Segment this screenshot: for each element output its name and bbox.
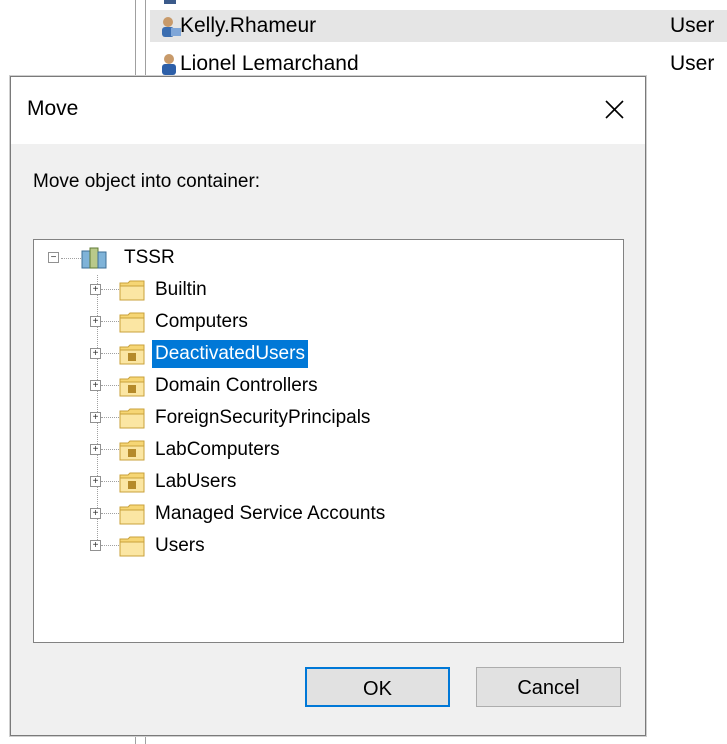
- expand-icon[interactable]: +: [90, 476, 101, 487]
- user-icon: [162, 17, 181, 37]
- user-icon: [162, 54, 176, 75]
- list-item[interactable]: Kelly.Rhameur User: [150, 10, 727, 42]
- tree-root-node[interactable]: − TSSR: [48, 244, 348, 272]
- domain-icon: [81, 247, 107, 269]
- tree-connector: [101, 417, 119, 418]
- tree-node[interactable]: + LabComputers: [90, 436, 570, 464]
- tree-node-label: LabUsers: [155, 471, 237, 492]
- tree-connector: [101, 321, 119, 322]
- expand-icon[interactable]: +: [90, 380, 101, 391]
- tree-node[interactable]: + LabUsers: [90, 468, 570, 496]
- tree-node[interactable]: + Computers: [90, 308, 570, 336]
- tree-connector: [101, 481, 119, 482]
- collapse-icon[interactable]: −: [48, 252, 59, 263]
- list-item-type: User: [670, 14, 715, 37]
- move-dialog: Move Move object into container: − TSSR …: [10, 76, 646, 736]
- expand-icon[interactable]: +: [90, 348, 101, 359]
- tree-node-label: Builtin: [155, 279, 207, 300]
- container-tree[interactable]: − TSSR + Builtin + Computers + DeactivatedUse…: [33, 239, 624, 643]
- tree-node-label: Managed Service Accounts: [155, 503, 386, 524]
- tree-node-label: Computers: [155, 311, 248, 332]
- expand-icon[interactable]: +: [90, 508, 101, 519]
- tree-node[interactable]: + Builtin: [90, 276, 570, 304]
- expand-icon[interactable]: +: [90, 316, 101, 327]
- tree-root-label: TSSR: [124, 247, 175, 268]
- list-item[interactable]: [150, 0, 727, 8]
- ou-folder-icon: [119, 344, 145, 365]
- tree-node-label: ForeignSecurityPrincipals: [155, 407, 371, 428]
- tree-node[interactable]: + DeactivatedUsers: [90, 340, 570, 368]
- list-item-name: Kelly.Rhameur: [180, 14, 317, 37]
- user-icon: [164, 0, 176, 4]
- tree-node[interactable]: + Domain Controllers: [90, 372, 570, 400]
- tree-connector: [101, 513, 119, 514]
- close-icon[interactable]: [585, 77, 645, 144]
- tree-connector: [101, 545, 119, 546]
- ou-folder-icon: [119, 440, 145, 461]
- ou-folder-icon: [119, 376, 145, 397]
- move-prompt-label: Move object into container:: [33, 171, 261, 192]
- ou-folder-icon: [119, 472, 145, 493]
- tree-node[interactable]: + Managed Service Accounts: [90, 500, 570, 528]
- cancel-button[interactable]: Cancel: [476, 667, 621, 707]
- folder-icon: [119, 312, 145, 333]
- folder-icon: [119, 536, 145, 557]
- expand-icon[interactable]: +: [90, 412, 101, 423]
- tree-connector: [101, 449, 119, 450]
- tree-node-label: Domain Controllers: [155, 375, 318, 396]
- folder-icon: [119, 504, 145, 525]
- tree-node[interactable]: + ForeignSecurityPrincipals: [90, 404, 570, 432]
- ok-button[interactable]: OK: [305, 667, 450, 707]
- list-item-type: User: [670, 52, 715, 75]
- tree-node-label: DeactivatedUsers: [152, 340, 308, 368]
- expand-icon[interactable]: +: [90, 444, 101, 455]
- tree-node-label: LabComputers: [155, 439, 280, 460]
- folder-icon: [119, 280, 145, 301]
- tree-connector: [101, 353, 119, 354]
- folder-icon: [119, 408, 145, 429]
- tree-connector: [101, 385, 119, 386]
- dialog-title: Move: [27, 97, 79, 120]
- expand-icon[interactable]: +: [90, 284, 101, 295]
- expand-icon[interactable]: +: [90, 540, 101, 551]
- tree-node-label: Users: [155, 535, 205, 556]
- tree-connector: [101, 289, 119, 290]
- tree-node[interactable]: + Users: [90, 532, 570, 560]
- title-bar[interactable]: Move: [11, 77, 645, 144]
